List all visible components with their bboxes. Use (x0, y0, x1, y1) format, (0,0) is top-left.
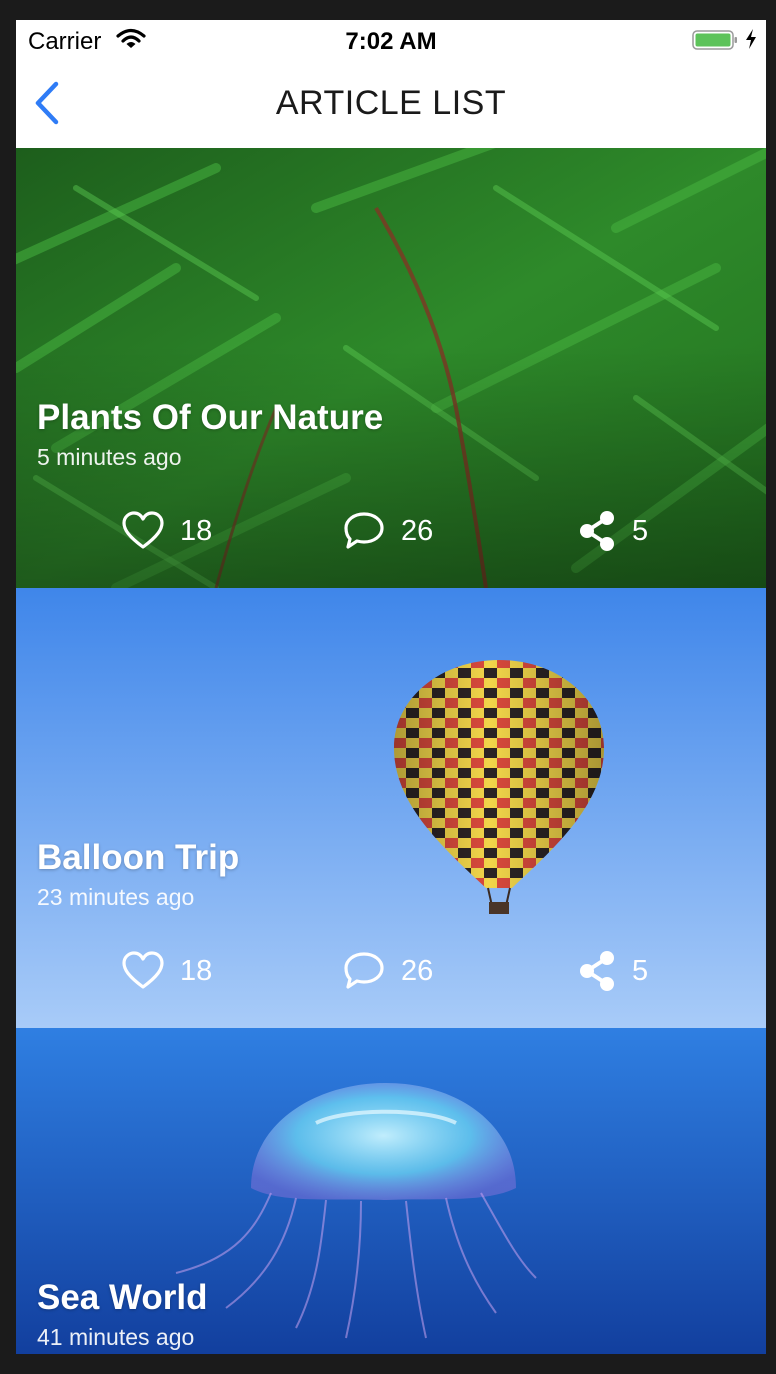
comment-icon (344, 512, 384, 549)
status-bar: Carrier 7:02 AM (16, 20, 766, 60)
article-card-balloon[interactable]: Balloon Trip 23 minutes ago 18 26 5 (16, 588, 766, 1028)
article-time: 23 minutes ago (37, 884, 195, 910)
status-time: 7:02 AM (345, 28, 437, 55)
comment-count: 26 (401, 954, 434, 987)
comment-button[interactable]: 26 (343, 949, 433, 993)
article-time: 41 minutes ago (37, 1324, 195, 1350)
battery-icon (692, 30, 737, 50)
heart-icon (122, 951, 164, 989)
phone-screen: Carrier 7:02 AM ARTICLE LIST Plants Of O… (16, 20, 766, 1354)
share-button[interactable]: 5 (578, 509, 648, 553)
like-button[interactable]: 18 (122, 509, 212, 553)
article-title[interactable]: Sea World (37, 1278, 208, 1318)
heart-icon (122, 511, 164, 549)
page-title: ARTICLE LIST (275, 84, 507, 122)
charging-icon (746, 29, 756, 49)
share-icon (580, 951, 614, 991)
article-card-sea[interactable]: Sea World 41 minutes ago (16, 1028, 766, 1354)
article-card-plants[interactable]: Plants Of Our Nature 5 minutes ago 18 26… (16, 148, 766, 588)
share-count: 5 (632, 514, 649, 547)
comment-count: 26 (401, 514, 434, 547)
comment-button[interactable]: 26 (343, 509, 433, 553)
like-count: 18 (180, 514, 213, 547)
navigation-bar: ARTICLE LIST (16, 60, 766, 149)
article-time: 5 minutes ago (37, 444, 182, 470)
share-icon (580, 511, 614, 551)
comment-icon (344, 952, 384, 989)
like-count: 18 (180, 954, 213, 987)
share-count: 5 (632, 954, 649, 987)
share-button[interactable]: 5 (578, 949, 648, 993)
like-button[interactable]: 18 (122, 949, 212, 993)
article-title[interactable]: Plants Of Our Nature (37, 398, 383, 438)
article-title[interactable]: Balloon Trip (37, 838, 239, 878)
